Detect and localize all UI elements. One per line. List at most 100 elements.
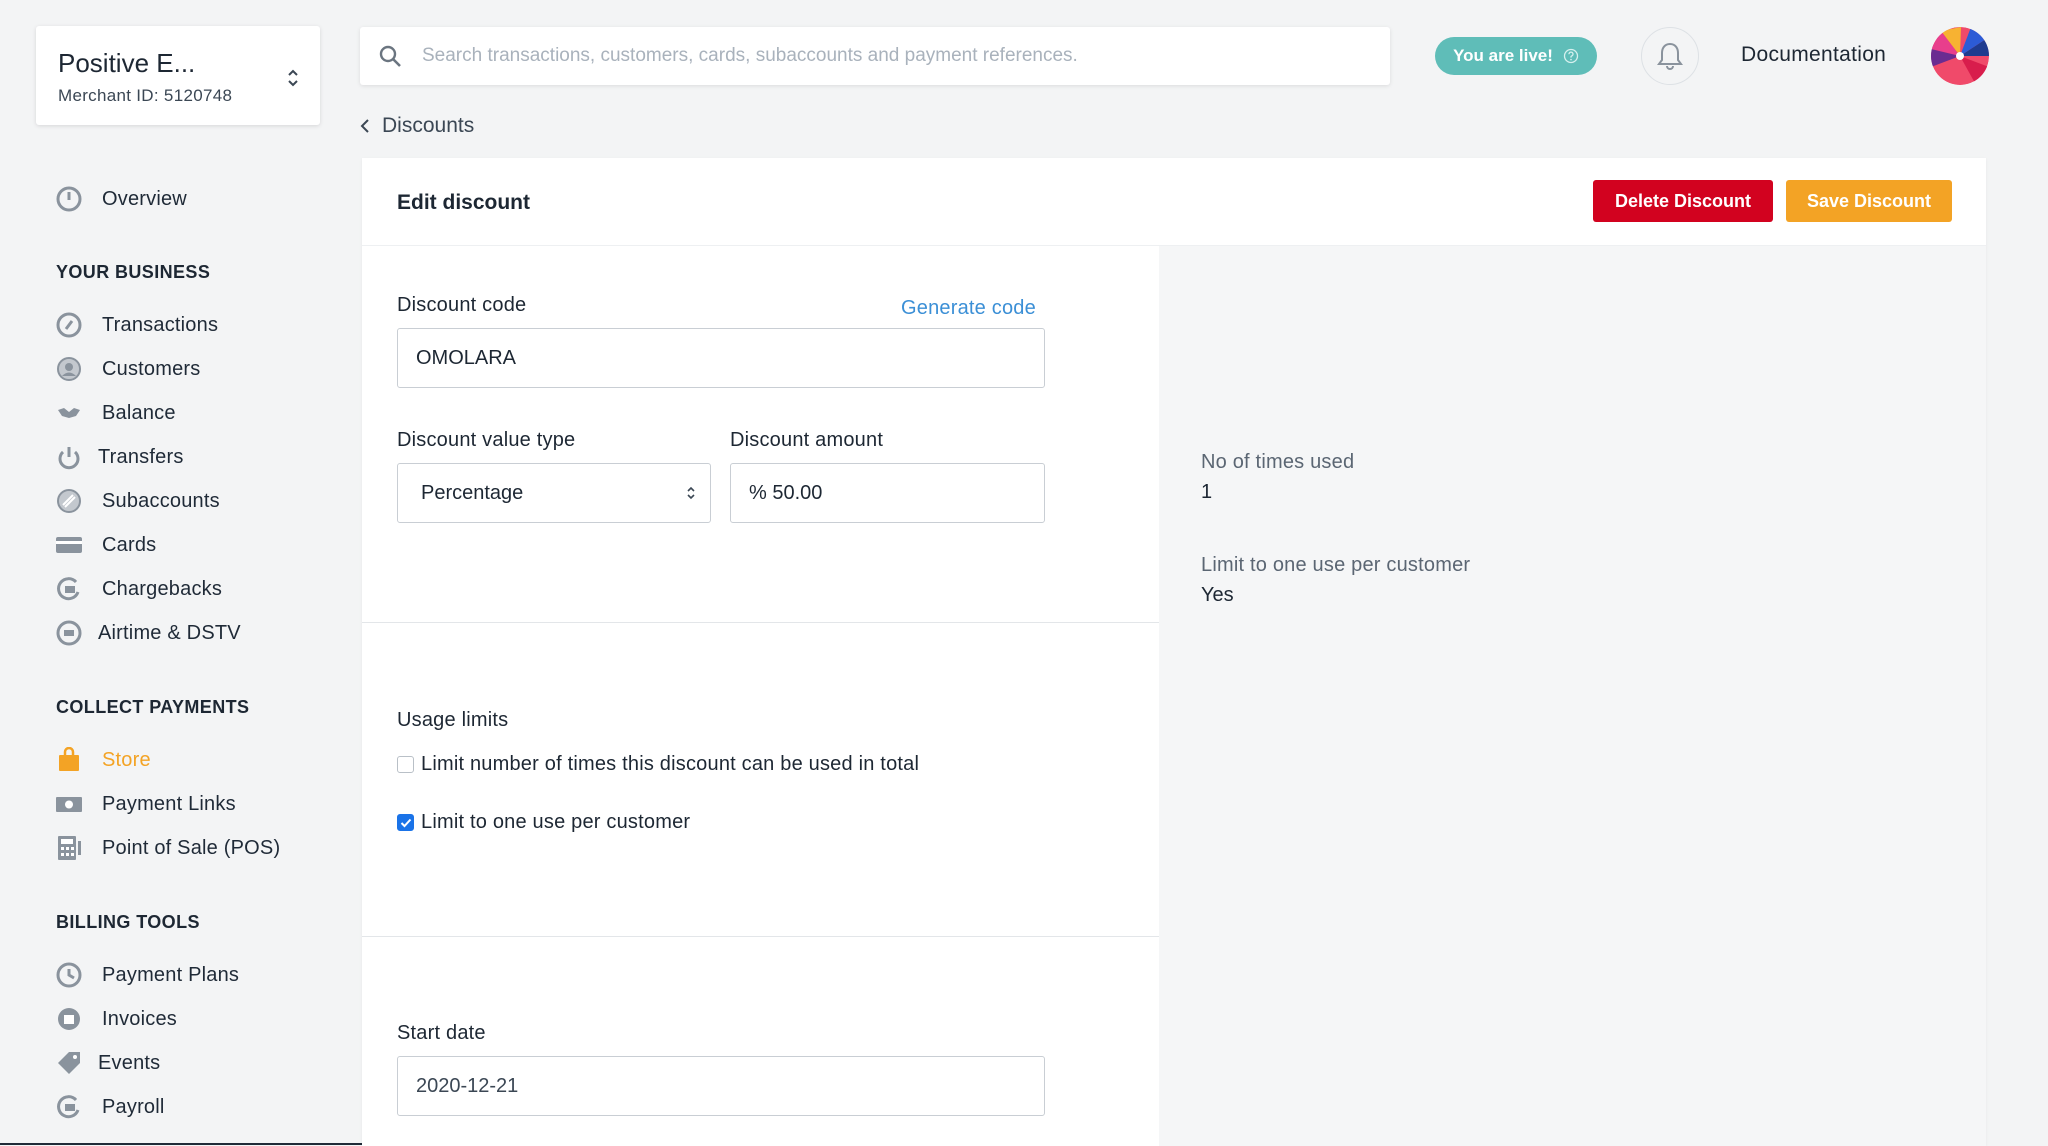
tag-icon	[56, 1050, 82, 1076]
limit-per-customer-label: Limit to one use per customer	[421, 811, 691, 833]
section-title-collect-payments: COLLECT PAYMENTS	[56, 697, 250, 717]
sidebar-item-airtime-dstv[interactable]: Airtime & DSTV	[56, 617, 241, 649]
limit-total-label: Limit number of times this discount can …	[421, 753, 920, 775]
sidebar-item-overview[interactable]: Overview	[56, 183, 187, 215]
sidebar-item-payroll[interactable]: Payroll	[56, 1091, 165, 1123]
generate-code-link[interactable]: Generate code	[901, 297, 1036, 320]
one-use-label: Limit to one use per customer	[1201, 554, 1471, 576]
page-title: Edit discount	[397, 191, 530, 214]
transfers-icon	[56, 444, 82, 470]
limit-total-option[interactable]: Limit number of times this discount can …	[397, 753, 919, 776]
sidebar-item-label: Payroll	[102, 1095, 165, 1118]
sidebar-item-label: Overview	[102, 187, 187, 210]
sidebar-item-payment-plans[interactable]: Payment Plans	[56, 959, 239, 991]
merchant-switcher[interactable]: Positive E... Merchant ID: 5120748	[36, 26, 320, 125]
user-avatar-icon	[1931, 27, 1989, 85]
customers-icon	[56, 356, 82, 382]
invoice-icon	[56, 1006, 82, 1032]
sidebar-item-chargebacks[interactable]: Chargebacks	[56, 573, 222, 605]
live-status-badge[interactable]: You are live!	[1435, 37, 1597, 75]
section-title-billing-tools: BILLING TOOLS	[56, 912, 200, 932]
sidebar-item-label: Point of Sale (POS)	[102, 836, 281, 859]
help-icon	[1563, 48, 1579, 64]
one-use-value: Yes	[1201, 584, 1234, 606]
sidebar-item-payment-links[interactable]: Payment Links	[56, 788, 236, 820]
bell-icon	[1657, 42, 1683, 70]
transactions-icon	[56, 312, 82, 338]
payment-plans-icon	[56, 962, 82, 988]
sidebar-item-label: Payment Links	[102, 792, 236, 815]
search-input[interactable]	[422, 45, 1362, 67]
discount-summary: No of times used 1 Limit to one use per …	[1159, 246, 1986, 1146]
sidebar-item-label: Airtime & DSTV	[98, 621, 241, 644]
times-used-value: 1	[1201, 481, 1213, 503]
limit-total-checkbox[interactable]	[397, 756, 414, 773]
sidebar-item-invoices[interactable]: Invoices	[56, 1003, 177, 1035]
discount-value-type-label: Discount value type	[397, 429, 576, 451]
search-icon	[379, 45, 401, 67]
discount-amount-label: Discount amount	[730, 429, 884, 451]
panel-header: Edit discount Delete Discount Save Disco…	[362, 158, 1986, 246]
sidebar-item-label: Cards	[102, 533, 157, 556]
calculator-icon	[56, 835, 82, 861]
sidebar-item-cards[interactable]: Cards	[56, 529, 156, 561]
handshake-icon	[56, 400, 82, 426]
sidebar-item-label: Transactions	[102, 313, 219, 336]
airtime-icon	[56, 620, 82, 646]
sidebar-item-label: Payment Plans	[102, 963, 240, 986]
live-status-label: You are live!	[1453, 46, 1553, 65]
delete-discount-button[interactable]: Delete Discount	[1593, 180, 1773, 222]
sidebar-item-transactions[interactable]: Transactions	[56, 309, 218, 341]
sidebar-item-subaccounts[interactable]: Subaccounts	[56, 485, 220, 517]
discount-code-input[interactable]: OMOLARA	[397, 328, 1045, 388]
payroll-icon	[56, 1094, 82, 1120]
search-bar[interactable]	[360, 27, 1390, 85]
merchant-id: Merchant ID: 5120748	[58, 86, 233, 105]
check-icon	[400, 818, 411, 827]
chevron-up-down-icon	[288, 69, 298, 87]
cash-icon	[56, 791, 82, 817]
times-used-label: No of times used	[1201, 451, 1355, 473]
usage-limits-label: Usage limits	[397, 709, 509, 731]
sidebar-item-customers[interactable]: Customers	[56, 353, 201, 385]
subaccounts-icon	[56, 488, 82, 514]
chevron-left-icon	[360, 119, 369, 133]
discount-code-label: Discount code	[397, 294, 527, 316]
dashboard-icon	[56, 186, 82, 212]
merchant-name: Positive E...	[58, 48, 196, 78]
sidebar-item-label: Subaccounts	[102, 489, 220, 512]
limit-per-customer-option[interactable]: Limit to one use per customer	[397, 811, 690, 834]
limit-per-customer-checkbox[interactable]	[397, 814, 414, 831]
section-title-your-business: YOUR BUSINESS	[56, 262, 211, 282]
discount-value-type-select[interactable]: Percentage	[397, 463, 711, 523]
sidebar-item-store[interactable]: Store	[56, 744, 151, 776]
breadcrumb[interactable]: Discounts	[360, 114, 474, 138]
start-date-label: Start date	[397, 1022, 486, 1044]
card-icon	[56, 532, 82, 558]
edit-discount-panel: Edit discount Delete Discount Save Disco…	[362, 158, 1986, 1146]
sidebar-item-label: Balance	[102, 401, 176, 424]
sidebar-item-balance[interactable]: Balance	[56, 397, 176, 429]
chevron-up-down-icon	[687, 486, 695, 500]
sidebar-item-label: Customers	[102, 357, 201, 380]
sidebar-item-transfers[interactable]: Transfers	[56, 441, 184, 473]
sidebar-item-label: Invoices	[102, 1007, 177, 1030]
notifications-button[interactable]	[1641, 27, 1699, 85]
sidebar-item-label: Transfers	[98, 445, 184, 468]
section-divider	[362, 622, 1159, 623]
sidebar-item-label: Store	[102, 748, 151, 771]
start-date-input[interactable]: 2020-12-21	[397, 1056, 1045, 1116]
breadcrumb-label: Discounts	[382, 114, 475, 137]
sidebar-item-label: Chargebacks	[102, 577, 223, 600]
sidebar-item-pos[interactable]: Point of Sale (POS)	[56, 832, 280, 864]
sidebar-item-label: Events	[98, 1051, 161, 1074]
shopping-bag-icon	[56, 747, 82, 773]
discount-amount-input[interactable]: % 50.00	[730, 463, 1045, 523]
documentation-link[interactable]: Documentation	[1741, 43, 1886, 67]
sidebar-item-events[interactable]: Events	[56, 1047, 160, 1079]
save-discount-button[interactable]: Save Discount	[1786, 180, 1952, 222]
avatar[interactable]	[1931, 27, 1989, 85]
selected-value: Percentage	[421, 481, 524, 504]
chargebacks-icon	[56, 576, 82, 602]
section-divider	[362, 936, 1159, 937]
